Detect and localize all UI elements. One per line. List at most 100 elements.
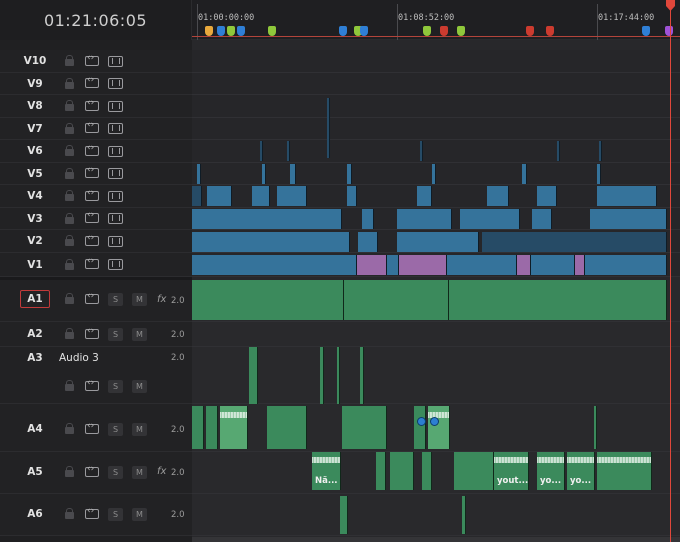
lock-icon[interactable] <box>65 508 74 519</box>
track-header-v7[interactable]: V7 <box>0 118 192 140</box>
solo-button[interactable]: S <box>108 293 123 306</box>
mute-button[interactable]: M <box>132 466 147 479</box>
video-clip[interactable] <box>517 255 531 275</box>
mute-button[interactable]: M <box>132 328 147 341</box>
film-icon[interactable] <box>108 168 123 179</box>
auto-track-icon[interactable] <box>85 75 99 88</box>
lock-icon[interactable] <box>65 380 74 391</box>
video-clip[interactable] <box>277 186 307 206</box>
marker[interactable] <box>457 26 465 36</box>
video-clip[interactable] <box>585 255 667 275</box>
film-icon[interactable] <box>108 101 123 112</box>
lock-icon[interactable] <box>65 293 74 304</box>
solo-button[interactable]: S <box>108 423 123 436</box>
keyframe-marker[interactable] <box>430 417 439 426</box>
audio-clip[interactable] <box>414 406 426 449</box>
film-icon[interactable] <box>108 236 123 247</box>
film-icon[interactable] <box>108 56 123 67</box>
marker[interactable] <box>268 26 276 36</box>
mute-button[interactable]: M <box>132 380 147 393</box>
track-header-a1[interactable]: A1 S M fx 2.0 <box>0 280 192 322</box>
audio-clip[interactable] <box>422 452 432 490</box>
video-clip[interactable] <box>252 186 270 206</box>
solo-button[interactable]: S <box>108 466 123 479</box>
video-clip[interactable] <box>387 255 399 275</box>
lane-a2[interactable] <box>192 322 680 347</box>
auto-track-icon[interactable] <box>85 378 99 391</box>
fx-indicator[interactable]: fx <box>157 466 166 477</box>
video-clip[interactable] <box>597 164 601 184</box>
auto-track-icon[interactable] <box>85 188 99 201</box>
lock-icon[interactable] <box>65 55 74 66</box>
auto-track-icon[interactable] <box>85 210 99 223</box>
solo-button[interactable]: S <box>108 380 123 393</box>
audio-clip[interactable] <box>340 496 348 534</box>
video-clip[interactable] <box>531 255 575 275</box>
track-header-v10[interactable]: V10 <box>0 50 192 73</box>
lock-icon[interactable] <box>65 213 74 224</box>
auto-track-icon[interactable] <box>85 165 99 178</box>
video-clip[interactable] <box>327 98 330 158</box>
audio-clip[interactable] <box>449 280 667 320</box>
video-clip[interactable] <box>432 164 436 184</box>
video-clip[interactable] <box>590 209 667 229</box>
audio-clip[interactable] <box>462 496 466 534</box>
mute-button[interactable]: M <box>132 508 147 521</box>
audio-clip[interactable] <box>320 347 324 404</box>
video-clip[interactable] <box>487 186 509 206</box>
track-header-v5[interactable]: V5 <box>0 163 192 185</box>
video-clip[interactable] <box>290 164 296 184</box>
film-icon[interactable] <box>108 191 123 202</box>
video-clip[interactable] <box>192 209 342 229</box>
marker[interactable] <box>360 26 368 36</box>
track-title[interactable]: Audio 3 <box>59 352 99 364</box>
auto-track-icon[interactable] <box>85 421 99 434</box>
lock-icon[interactable] <box>65 145 74 156</box>
lane-a3[interactable] <box>192 347 680 404</box>
lock-icon[interactable] <box>65 123 74 134</box>
video-clip[interactable] <box>447 255 517 275</box>
film-icon[interactable] <box>108 213 123 224</box>
video-clip[interactable] <box>420 141 423 161</box>
film-icon[interactable] <box>108 78 123 89</box>
audio-clip[interactable] <box>454 452 494 490</box>
video-clip[interactable] <box>557 141 560 161</box>
video-clip[interactable] <box>597 186 657 206</box>
auto-track-icon[interactable] <box>85 291 99 304</box>
audio-clip[interactable] <box>342 406 387 449</box>
auto-track-icon[interactable] <box>85 464 99 477</box>
lane-v8[interactable] <box>192 95 680 118</box>
track-header-v3[interactable]: V3 <box>0 208 192 230</box>
video-clip[interactable] <box>482 232 667 252</box>
track-header-v2[interactable]: V2 <box>0 230 192 253</box>
auto-track-icon[interactable] <box>85 233 99 246</box>
marker[interactable] <box>217 26 225 36</box>
video-clip[interactable] <box>460 209 520 229</box>
marker[interactable] <box>205 26 213 36</box>
lane-v7[interactable] <box>192 118 680 140</box>
track-header-v8[interactable]: V8 <box>0 95 192 118</box>
video-clip[interactable] <box>357 255 387 275</box>
video-clip[interactable] <box>397 232 479 252</box>
video-clip[interactable] <box>207 186 232 206</box>
audio-clip[interactable] <box>220 406 248 449</box>
horizontal-scrollbar[interactable] <box>192 537 680 542</box>
video-clip[interactable] <box>358 232 378 252</box>
solo-button[interactable]: S <box>108 328 123 341</box>
marker[interactable] <box>440 26 448 36</box>
video-clip[interactable] <box>417 186 432 206</box>
film-icon[interactable] <box>108 123 123 134</box>
audio-clip[interactable] <box>390 452 414 490</box>
marker[interactable] <box>237 26 245 36</box>
marker[interactable] <box>227 26 235 36</box>
mute-button[interactable]: M <box>132 293 147 306</box>
solo-button[interactable]: S <box>108 508 123 521</box>
film-icon[interactable] <box>108 146 123 157</box>
audio-clip[interactable]: yout... <box>494 452 529 490</box>
track-header-a5[interactable]: A5 S M fx 2.0 <box>0 452 192 494</box>
audio-clip[interactable] <box>267 406 307 449</box>
fx-indicator[interactable]: fx <box>157 294 166 305</box>
auto-track-icon[interactable] <box>85 506 99 519</box>
lane-v9[interactable] <box>192 73 680 95</box>
track-header-a6[interactable]: A6 S M 2.0 <box>0 494 192 536</box>
